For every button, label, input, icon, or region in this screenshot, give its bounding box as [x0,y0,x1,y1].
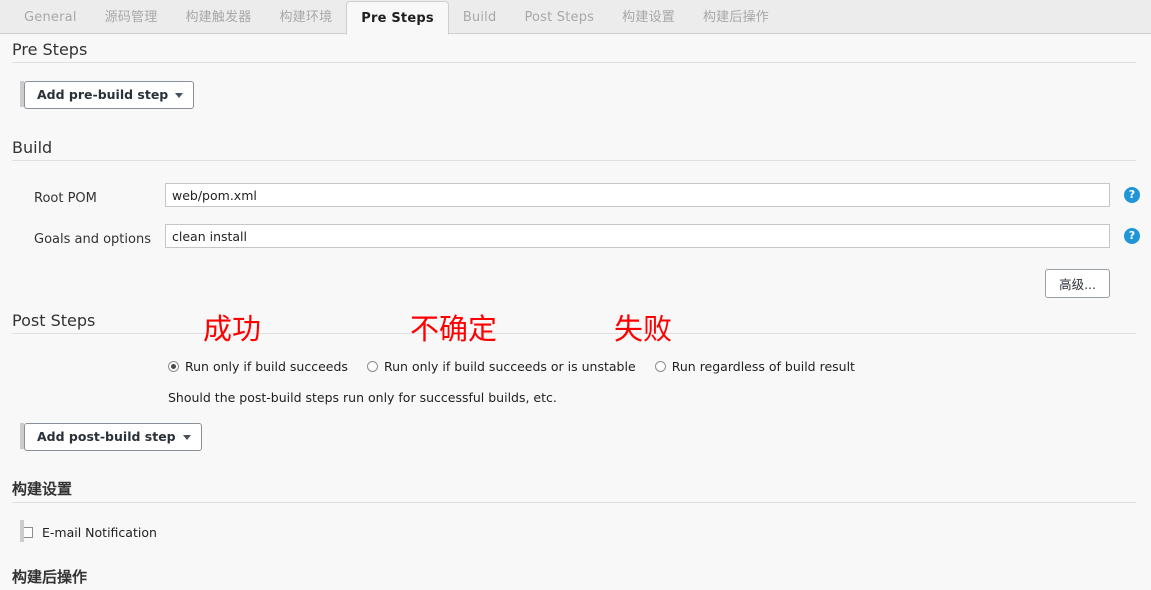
radio-indicator-icon [655,361,666,372]
tab-general[interactable]: General [10,1,91,34]
radio-indicator-icon [168,361,179,372]
goals-and-options-label: Goals and options [34,232,151,247]
chevron-down-icon [175,93,183,98]
tab-post-steps[interactable]: Post Steps [510,1,608,34]
post-steps-radio-group: Run only if build succeeds Run only if b… [0,355,1151,377]
tab-bar: General 源码管理 构建触发器 构建环境 Pre Steps Build … [0,0,1151,34]
post-steps-help-text: Should the post-build steps run only for… [0,390,1151,405]
radio-run-if-succeeds[interactable]: Run only if build succeeds [168,356,362,375]
tab-list: General 源码管理 构建触发器 构建环境 Pre Steps Build … [10,0,783,34]
radio-run-if-succeeds-or-unstable-label: Run only if build succeeds or is unstabl… [384,359,636,374]
tab-build-environment[interactable]: 构建环境 [265,1,346,34]
add-post-build-step-label: Add post-build step [37,429,176,444]
tab-source-management[interactable]: 源码管理 [91,1,172,34]
root-pom-label: Root POM [34,191,97,206]
chevron-down-icon [183,435,191,440]
radio-run-regardless-label: Run regardless of build result [672,359,855,374]
advanced-button[interactable]: 高级... [1045,269,1110,298]
tab-pre-steps[interactable]: Pre Steps [346,1,449,35]
root-pom-row: Root POM ? [0,183,1151,224]
pre-steps-heading: Pre Steps [0,40,1151,62]
advanced-row: 高级... [0,265,1151,299]
drag-handle-icon [20,81,24,107]
goals-and-options-input[interactable] [165,224,1110,248]
build-heading: Build [0,138,1151,160]
config-form: Pre Steps Add pre-build step Build Root … [0,34,1151,590]
pre-steps-button-row: Add pre-build step [0,63,1151,119]
email-notification-row: E-mail Notification [0,522,1151,542]
add-pre-build-step-label: Add pre-build step [37,87,168,102]
goals-and-options-row: Goals and options ? [0,224,1151,265]
radio-indicator-icon [367,361,378,372]
radio-run-if-succeeds-or-unstable[interactable]: Run only if build succeeds or is unstabl… [367,356,650,375]
tab-build[interactable]: Build [449,1,511,34]
post-steps-button-row: Add post-build step [0,405,1151,461]
tab-build-settings[interactable]: 构建设置 [608,1,689,34]
help-icon-root-pom[interactable]: ? [1124,187,1140,203]
add-post-build-step-button[interactable]: Add post-build step [24,423,202,451]
build-settings-heading: 构建设置 [0,478,1151,502]
post-build-actions-heading: 构建后操作 [0,566,1151,590]
add-pre-build-step-button[interactable]: Add pre-build step [24,81,194,109]
drag-handle-icon [20,520,24,542]
radio-run-regardless[interactable]: Run regardless of build result [655,356,869,375]
help-icon-goals-and-options[interactable]: ? [1124,228,1140,244]
post-steps-heading: Post Steps [0,311,1151,333]
radio-run-if-succeeds-label: Run only if build succeeds [185,359,348,374]
drag-handle-icon [20,423,24,449]
email-notification-label: E-mail Notification [42,525,157,540]
tab-build-triggers[interactable]: 构建触发器 [171,1,265,34]
tab-post-build-actions[interactable]: 构建后操作 [689,1,783,34]
root-pom-input[interactable] [165,183,1110,207]
